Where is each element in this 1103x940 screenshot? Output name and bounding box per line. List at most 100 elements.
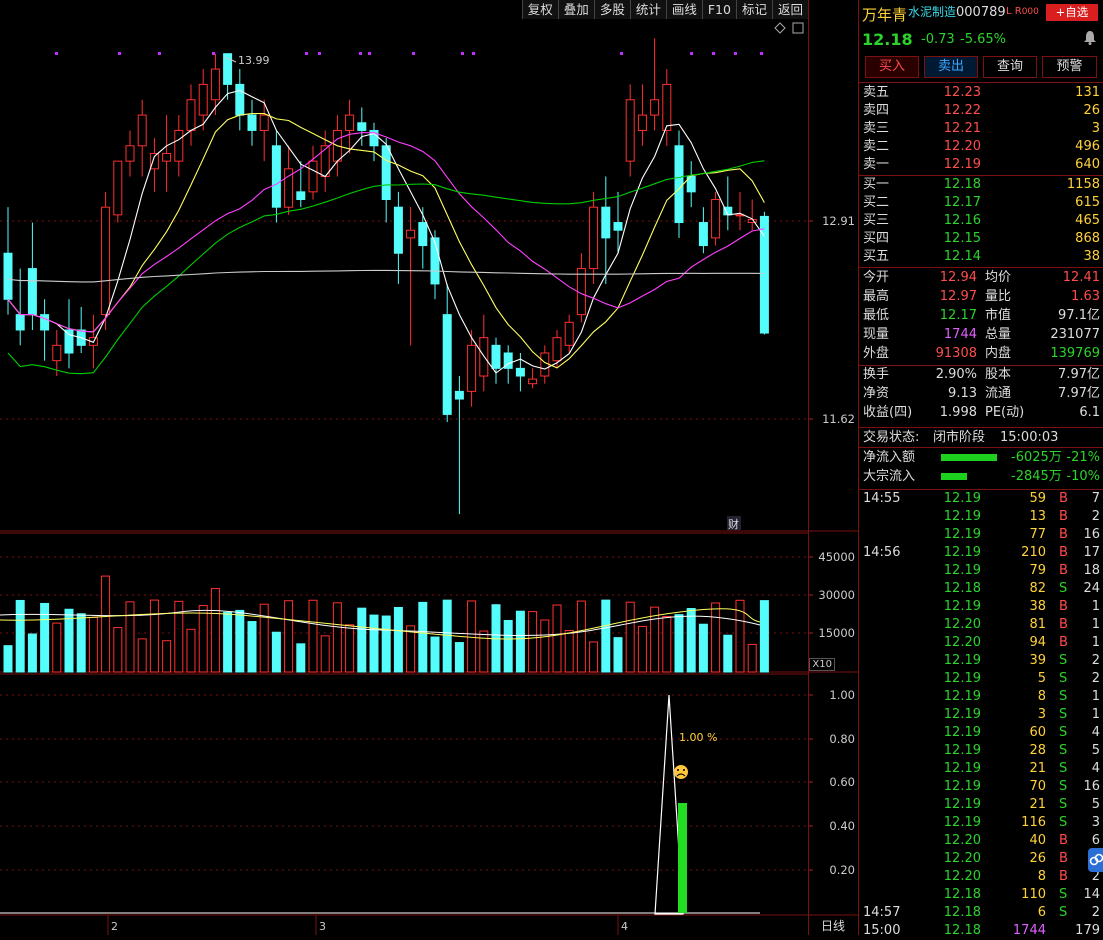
volume-bar: [271, 631, 281, 673]
tick-side: B: [1059, 617, 1068, 632]
tick-row[interactable]: 12.2026B6: [861, 850, 1102, 868]
tick-row[interactable]: 12.18 110 S 14: [861, 886, 1102, 904]
tick-row[interactable]: 12.19 28 S 5: [861, 742, 1102, 760]
volume-bar: [76, 613, 86, 673]
tick-row[interactable]: 14:55 12.19 59 B 7: [861, 490, 1102, 508]
flow-label: 大宗流入: [863, 469, 916, 484]
tick-row[interactable]: 12.20 81 B 1: [861, 616, 1102, 634]
bids-row[interactable]: 买二 12.17 615: [861, 194, 1102, 212]
period-label[interactable]: 日线: [821, 917, 845, 934]
stat-label: 换手: [863, 367, 890, 382]
query-button[interactable]: 查询: [983, 56, 1037, 78]
tick-volume: 81: [1029, 617, 1046, 632]
link-icon[interactable]: [1088, 848, 1103, 872]
event-dot: [760, 52, 763, 55]
tick-price: 12.19: [943, 689, 981, 704]
asks-volume: 496: [1075, 139, 1100, 154]
stat-label: 净资: [863, 386, 890, 401]
bids-row[interactable]: 买五 12.14 38: [861, 248, 1102, 266]
month-label: 3: [319, 920, 326, 933]
tick-row[interactable]: 14:57 12.18 6 S 2: [861, 904, 1102, 922]
asks-label: 卖三: [863, 121, 890, 136]
candle-body: [515, 367, 525, 377]
volume-bar: [625, 601, 635, 673]
toolbar-btn-3[interactable]: 统计: [629, 0, 666, 19]
indicator-bar: [678, 803, 687, 913]
tick-row[interactable]: 12.19 77 B 16: [861, 526, 1102, 544]
tick-row[interactable]: 12.19 60 S 4: [861, 724, 1102, 742]
volume-bar: [3, 645, 13, 673]
asks-price: 12.20: [943, 139, 981, 154]
tick-row[interactable]: 12.19 70 S 16: [861, 778, 1102, 796]
toolbar-btn-4[interactable]: 画线: [665, 0, 702, 19]
tick-row[interactable]: 12.19 39 S 2: [861, 652, 1102, 670]
asks-row[interactable]: 卖一 12.19 640: [861, 156, 1102, 174]
tick-count: 2: [1091, 653, 1100, 668]
buy-button[interactable]: 买入: [865, 56, 919, 78]
flow-bar: [941, 454, 997, 461]
candle-body: [540, 352, 550, 377]
candle-body: [552, 337, 562, 362]
stat-value: 2.90%: [935, 367, 977, 382]
tick-volume: 77: [1029, 527, 1046, 542]
bids-row[interactable]: 买三 12.16 465: [861, 212, 1102, 230]
month-label: 4: [621, 920, 628, 933]
candle-body: [430, 237, 440, 285]
tick-price: 12.19: [943, 797, 981, 812]
tick-row[interactable]: 12.20 8 B 2: [861, 868, 1102, 886]
candle-body: [637, 114, 647, 131]
candle-body: [601, 206, 611, 239]
add-watchlist-button[interactable]: +自选: [1046, 4, 1098, 21]
tick-row[interactable]: 12.19 38 B 1: [861, 598, 1102, 616]
tick-row[interactable]: 12.19 79 B 18: [861, 562, 1102, 580]
toolbar-btn-7[interactable]: 返回: [771, 0, 808, 19]
axis-lines: [809, 220, 859, 916]
sell-button[interactable]: 卖出: [924, 56, 978, 78]
candle-body: [357, 122, 367, 131]
candle-body: [381, 145, 391, 201]
bell-icon[interactable]: [1083, 30, 1097, 45]
tick-price: 12.18: [943, 923, 981, 938]
bids-row[interactable]: 买一 12.18 1158: [861, 176, 1102, 194]
bids-row[interactable]: 买四 12.15 868: [861, 230, 1102, 248]
asks-row[interactable]: 卖二 12.20 496: [861, 138, 1102, 156]
candle-body: [247, 114, 257, 131]
tick-price: 12.20: [943, 869, 981, 884]
toolbar-btn-5[interactable]: F10: [701, 0, 736, 19]
toolbar-btn-1[interactable]: 叠加: [557, 0, 594, 19]
tick-price: 12.19: [943, 527, 981, 542]
tick-count: 4: [1091, 725, 1100, 740]
stock-sector[interactable]: 水泥制造: [908, 3, 956, 20]
volume-bar: [101, 575, 111, 673]
tick-row[interactable]: 14:56 12.19 210 B 17: [861, 544, 1102, 562]
asks-row[interactable]: 卖四 12.22 26: [861, 102, 1102, 120]
tick-row[interactable]: 12.19 21 S 4: [861, 760, 1102, 778]
asks-row[interactable]: 卖三 12.21 3: [861, 120, 1102, 138]
tick-row[interactable]: 12.19 21 S 5: [861, 796, 1102, 814]
toolbar-btn-2[interactable]: 多股: [593, 0, 630, 19]
tick-count: 24: [1083, 581, 1100, 596]
tick-row[interactable]: 12.19 8 S 1: [861, 688, 1102, 706]
tick-row[interactable]: 12.19 116 S 3: [861, 814, 1102, 832]
tick-row[interactable]: 15:00 12.18 1744 179: [861, 922, 1102, 940]
kline-chart[interactable]: 13.99 财 1.00 % 2 3 4: [0, 0, 808, 935]
kline-chart-area[interactable]: 13.99 财 1.00 % 2 3 4: [0, 0, 808, 935]
tick-row[interactable]: 12.20 94 B 1: [861, 634, 1102, 652]
ma5-line: [7, 89, 765, 374]
asks-label: 卖四: [863, 103, 890, 118]
tick-row[interactable]: 12.19 5 S 2: [861, 670, 1102, 688]
toolbar-btn-6[interactable]: 标记: [735, 0, 772, 19]
candle-body: [52, 344, 62, 362]
alert-button[interactable]: 预警: [1042, 56, 1097, 78]
tick-row[interactable]: 12.18 82 S 24: [861, 580, 1102, 598]
tick-row[interactable]: 12.19 13 B 2: [861, 508, 1102, 526]
asks-row[interactable]: 卖五 12.23 131: [861, 84, 1102, 102]
tick-row[interactable]: 12.20 40 B 6: [861, 832, 1102, 850]
volume-bar: [149, 599, 159, 673]
asks-price: 12.19: [943, 157, 981, 172]
stat-value: 7.97亿: [1058, 386, 1100, 401]
tick-row[interactable]: 12.19 3 S 1: [861, 706, 1102, 724]
candle-body: [174, 129, 184, 162]
stat-row: 换手 2.90% 股本 7.97亿: [861, 366, 1102, 384]
toolbar-btn-0[interactable]: 复权: [521, 0, 558, 19]
